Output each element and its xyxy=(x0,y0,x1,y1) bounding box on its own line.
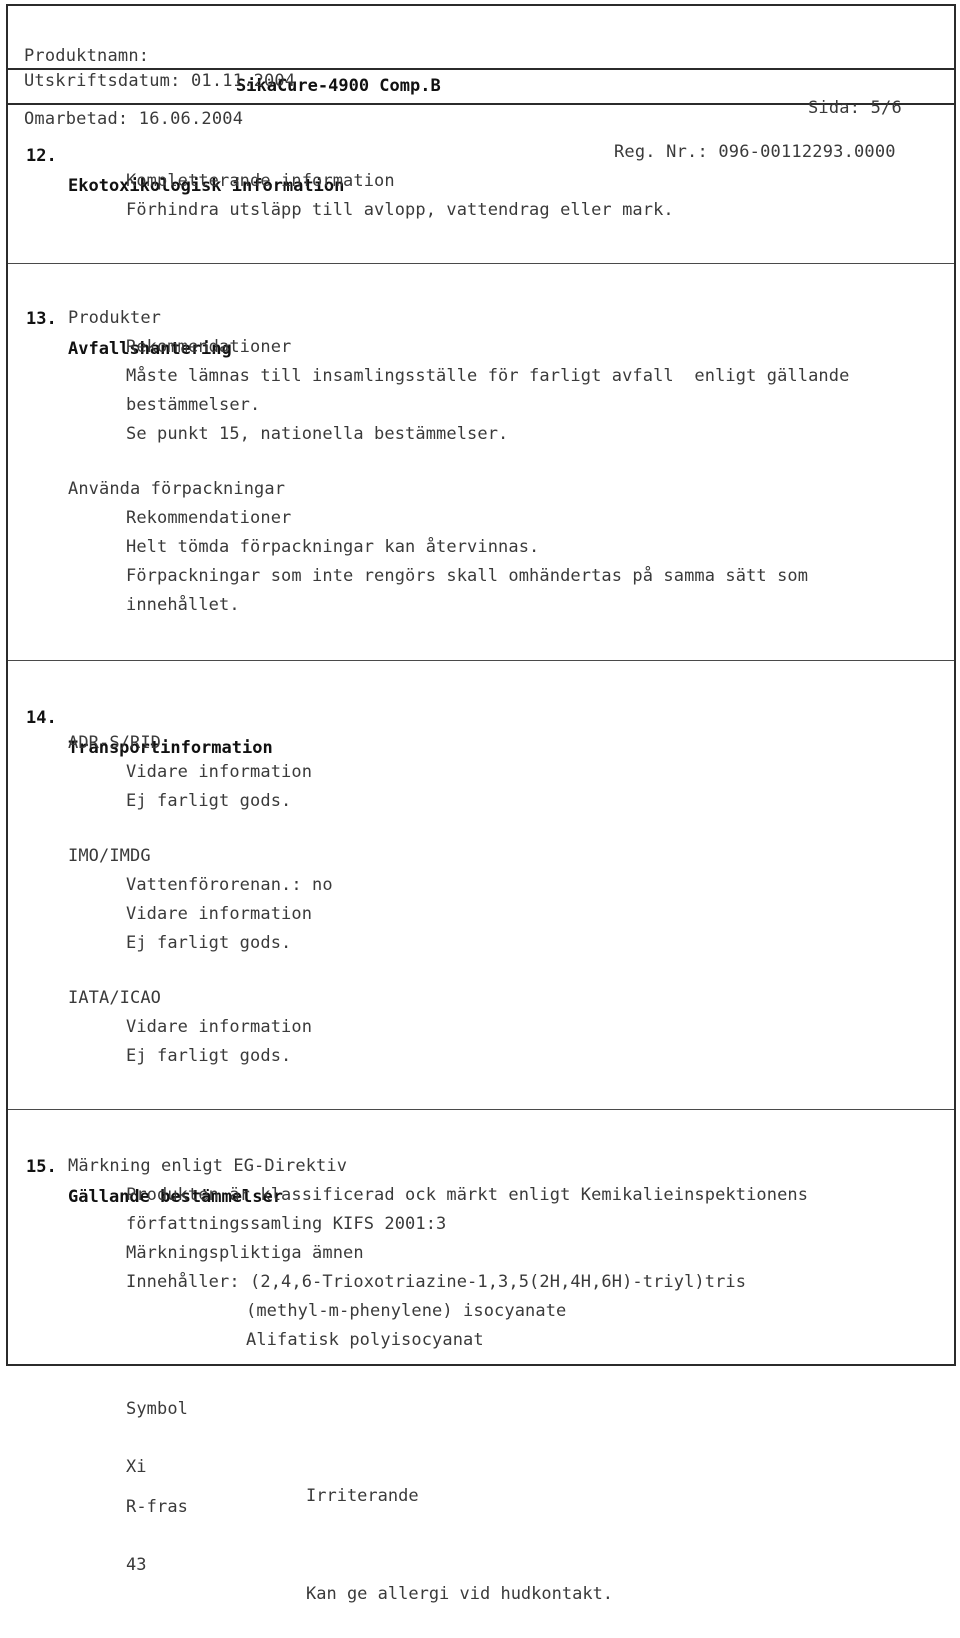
section-13-sub1-line-2: bestämmelser. xyxy=(126,395,261,415)
header-printdate-row: Utskriftsdatum: 01.11.2004 Sida: 5/6 xyxy=(8,41,954,118)
section-13-sub1-heading: Produkter xyxy=(68,308,162,328)
transport-group-iata-line-1: Vidare information xyxy=(126,1017,313,1037)
transport-group-iata-name: IATA/ICAO xyxy=(68,988,162,1008)
section-15-chem-line-1: (methyl-m-phenylene) isocyanate xyxy=(246,1301,567,1321)
transport-group-imo-line-2: Vidare information xyxy=(126,904,313,924)
section-13-sub2-line-3: innehållet. xyxy=(126,595,240,615)
section-14-heading: 14. Transportinformation xyxy=(8,673,954,758)
section-13-sub2-recommendations-label: Rekommendationer xyxy=(126,508,292,528)
symbol-code: Xi xyxy=(126,1457,147,1477)
rphrase-row: 43 Kan ge allergi vid hudkontakt. xyxy=(8,1522,954,1604)
transport-group-imo-line-3: Ej farligt gods. xyxy=(126,933,292,953)
section-12-heading: 12. Ekotoxikologisk information xyxy=(8,111,954,196)
rphrase-heading: R-fras xyxy=(126,1497,189,1517)
transport-group-imo-name: IMO/IMDG xyxy=(68,846,151,866)
rphrase-code: 43 xyxy=(126,1555,147,1575)
transport-group-imo: IMO/IMDG Vattenförorenan.: no Vidare inf… xyxy=(8,842,954,958)
transport-group-adr: ADR-S/RID Vidare information Ej farligt … xyxy=(8,729,954,816)
section-13-sub1-recommendations-label: Rekommendationer xyxy=(126,337,292,357)
section-13-sub1-line-1: Måste lämnas till insamlingsställe för f… xyxy=(126,366,850,386)
transport-group-imo-line-1: Vattenförorenan.: no xyxy=(126,875,333,895)
transport-group-adr-name: ADR-S/RID xyxy=(68,733,162,753)
rphrase-description: Kan ge allergi vid hudkontakt. xyxy=(306,1584,614,1604)
section-15-label-heading: Märkning enligt EG-Direktiv xyxy=(68,1156,348,1176)
document-header: Produktnamn: SikaCure-4900 Comp.B Utskri… xyxy=(8,6,954,118)
section-13-sub2-line-2: Förpackningar som inte rengörs skall omh… xyxy=(126,566,809,586)
document-subheader: Omarbetad: 16.06.2004 Reg. Nr.: 096-0011… xyxy=(8,70,954,162)
section-15-chem-line-2: Alifatisk polyisocyanat xyxy=(246,1330,484,1350)
transport-group-iata: IATA/ICAO Vidare information Ej farligt … xyxy=(8,984,954,1071)
transport-group-adr-line-2: Ej farligt gods. xyxy=(126,791,292,811)
section-15-label-line-3: Märkningspliktiga ämnen xyxy=(126,1243,364,1263)
section-12-line-1: Kompletterande information xyxy=(126,171,395,191)
section-13-sub2-heading: Använda förpackningar xyxy=(68,479,286,499)
section-15-label-line-2: författningssamling KIFS 2001:3 xyxy=(126,1214,447,1234)
section-13-sub2-line-1: Helt tömda förpackningar kan återvinnas. xyxy=(126,537,540,557)
section-13-sub1-line-3: Se punkt 15, nationella bestämmelser. xyxy=(126,424,509,444)
transport-group-iata-line-2: Ej farligt gods. xyxy=(126,1046,292,1066)
header-revised-row: Omarbetad: 16.06.2004 Reg. Nr.: 096-0011… xyxy=(8,70,954,162)
section-13-heading: 13. Avfallshantering xyxy=(8,274,954,359)
section-15-label-line-1: Produkten är klassificerad ock märkt enl… xyxy=(126,1185,809,1205)
section-12-line-2: Förhindra utsläpp till avlopp, vattendra… xyxy=(126,200,674,220)
section-15-label-line-4: Innehåller: (2,4,6-Trioxotriazine-1,3,5(… xyxy=(126,1272,747,1292)
transport-group-adr-line-1: Vidare information xyxy=(126,762,313,782)
section-15-heading: 15. Gällande bestämmelser xyxy=(8,1122,954,1207)
section-14: 14. Transportinformation ADR-S/RID Vidar… xyxy=(8,661,954,1110)
section-13: 13. Avfallshantering Produkter Rekommend… xyxy=(8,264,954,661)
symbol-row: Xi Irriterande xyxy=(8,1424,954,1506)
header-product-row: Produktnamn: SikaCure-4900 Comp.B xyxy=(8,6,954,96)
section-15: 15. Gällande bestämmelser Märkning enlig… xyxy=(8,1110,954,1604)
symbol-heading: Symbol xyxy=(126,1399,189,1419)
document-page: Produktnamn: SikaCure-4900 Comp.B Utskri… xyxy=(6,4,956,1604)
section-12: 12. Ekotoxikologisk information Komplett… xyxy=(8,105,954,264)
